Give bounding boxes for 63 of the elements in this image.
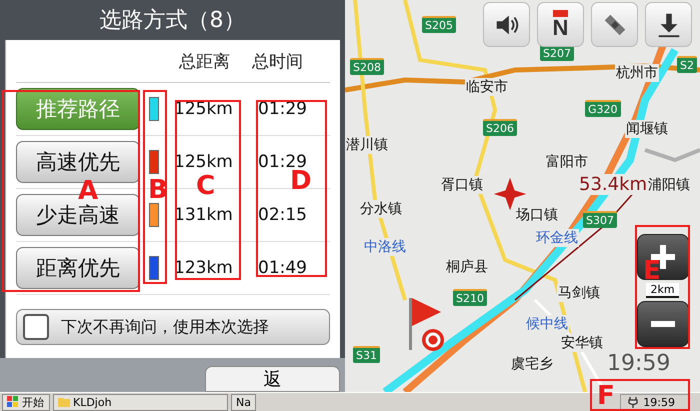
- annotation-letter: C: [196, 173, 216, 199]
- minus-icon: [650, 321, 674, 327]
- scale-label: 2km: [646, 283, 679, 298]
- map-label: 临安市: [465, 78, 509, 96]
- road-sign: S31: [353, 346, 380, 363]
- map-label: 虞宅乡: [510, 355, 554, 373]
- map-label: 环金线: [535, 229, 579, 247]
- remember-choice-button[interactable]: 下次不再询问，使用本次选择: [16, 309, 330, 345]
- sound-button[interactable]: [483, 2, 530, 47]
- taskbar-item-label: Na: [236, 396, 251, 408]
- zoom-out-button[interactable]: [636, 301, 688, 347]
- column-header: 总距离: [179, 50, 230, 72]
- distance-text: 123km: [174, 258, 234, 278]
- north-label: N: [552, 10, 568, 39]
- map-label: 桐庐县: [445, 258, 489, 276]
- annotation-letter: E: [643, 258, 661, 284]
- map-label: 安华镇: [560, 334, 604, 352]
- map-label: 场口镇: [515, 206, 559, 224]
- annotation-letter: B: [148, 177, 168, 203]
- map-label: 浦阳镇: [647, 176, 691, 194]
- annotation-letter: F: [597, 383, 615, 409]
- taskbar-item[interactable]: KLDjoh: [53, 394, 228, 410]
- distance-text: 125km: [174, 152, 234, 172]
- taskbar-item-label: KLDjoh: [73, 396, 112, 408]
- checkbox[interactable]: [23, 314, 49, 340]
- annotation-letter: D: [290, 168, 312, 194]
- map-label: 杭州市: [615, 64, 659, 82]
- road-sign: S205: [422, 16, 456, 33]
- taskbar-item[interactable]: Na: [231, 394, 256, 410]
- road-sign: S2: [677, 56, 697, 73]
- map-label: 胥口镇: [440, 176, 484, 194]
- time-text: 01:49: [258, 258, 307, 278]
- column-header: 总时间: [252, 50, 303, 72]
- start-button[interactable]: 开始: [2, 394, 50, 410]
- tray-clock: 19:59: [643, 396, 675, 408]
- satellite-button[interactable]: [591, 2, 638, 47]
- time-text: 01:29: [258, 99, 307, 119]
- road-sign: S208: [350, 58, 384, 75]
- road-sign: G320: [585, 100, 621, 117]
- folder-icon: [58, 397, 70, 407]
- map-label: 闻堰镇: [625, 120, 669, 138]
- map-label: 富阳市: [545, 153, 589, 171]
- map-label: 候中线: [525, 315, 569, 333]
- map-label: 中洛线: [363, 238, 407, 256]
- distance-text: 131km: [174, 205, 234, 225]
- dialog-title: 选路方式（8）: [100, 7, 246, 35]
- map-label: 马剑镇: [557, 284, 601, 302]
- road-sign: S206: [483, 119, 517, 136]
- download-button[interactable]: [645, 2, 692, 47]
- road-sign: S307: [583, 211, 617, 228]
- route-option-button[interactable]: 距离优先: [16, 247, 140, 289]
- zoom-in-button[interactable]: [636, 234, 688, 280]
- plug-icon: [627, 396, 640, 408]
- windows-logo-icon: [7, 396, 19, 408]
- time-text: 02:15: [258, 205, 307, 225]
- north-button[interactable]: N: [537, 2, 584, 47]
- checkbox-label: 下次不再询问，使用本次选择: [61, 316, 269, 338]
- start-label: 开始: [22, 394, 44, 410]
- map-label: 潜川镇: [345, 136, 389, 154]
- road-sign: S210: [453, 289, 487, 306]
- map-label: 分水镇: [359, 200, 403, 218]
- back-button[interactable]: 返: [205, 366, 340, 392]
- map-label: 53.4km: [578, 174, 646, 195]
